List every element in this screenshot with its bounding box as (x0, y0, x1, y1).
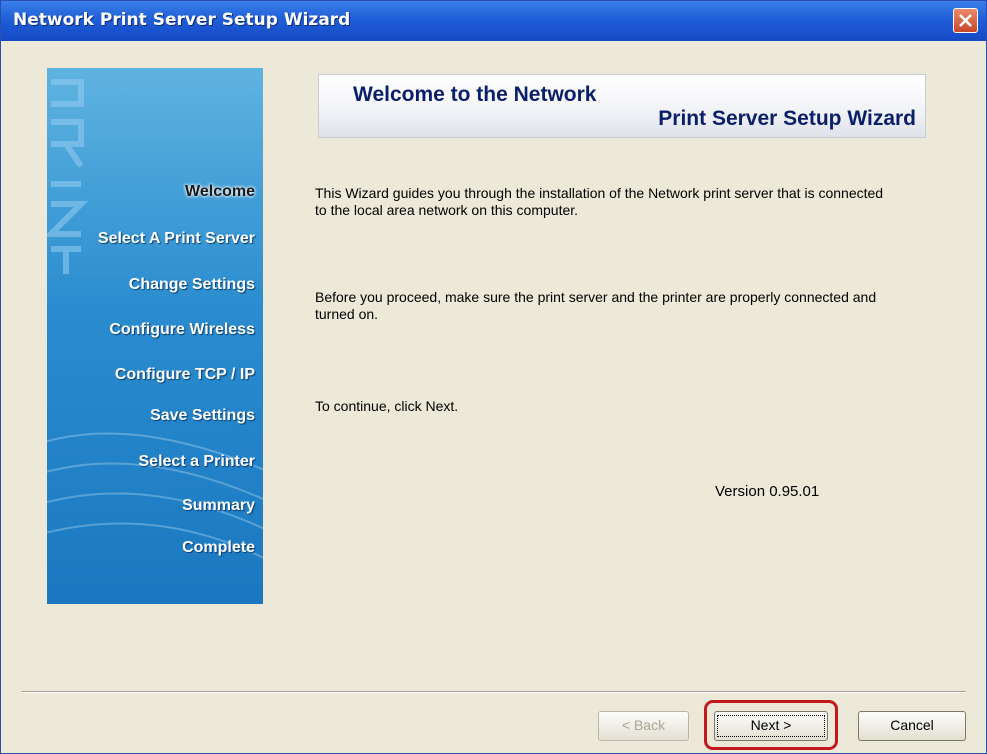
wizard-content: Welcome Select A Print Server Change Set… (1, 41, 986, 753)
step-welcome: Welcome (185, 183, 255, 200)
close-icon (959, 14, 972, 27)
footer-separator (21, 691, 966, 693)
step-complete: Complete (182, 539, 255, 556)
back-button-label: < Back (621, 717, 666, 733)
step-configure-tcp-ip: Configure TCP / IP (114, 366, 255, 383)
cancel-button-label: Cancel (890, 717, 934, 733)
step-select-printer: Select a Printer (138, 453, 256, 470)
step-save-settings: Save Settings (150, 407, 255, 424)
back-button[interactable]: < Back (598, 711, 689, 741)
header-title-line2: Print Server Setup Wizard (658, 107, 916, 130)
step-configure-wireless: Configure Wireless (109, 321, 255, 338)
cancel-button[interactable]: Cancel (858, 711, 966, 741)
header-title-line1: Welcome to the Network (353, 83, 597, 106)
continue-text: To continue, click Next. (315, 398, 459, 414)
print-watermark-icon (47, 79, 89, 274)
step-summary: Summary (182, 497, 255, 514)
wizard-window: Network Print Server Setup Wizard Welcom… (0, 0, 987, 754)
next-highlight-annotation (704, 700, 838, 750)
window-title: Network Print Server Setup Wizard (13, 10, 351, 30)
intro-text: This Wizard guides you through the insta… (315, 185, 884, 218)
step-select-print-server: Select A Print Server (97, 230, 255, 247)
title-bar[interactable]: Network Print Server Setup Wizard (1, 1, 986, 41)
before-you-proceed-text: Before you proceed, make sure the print … (315, 289, 877, 322)
step-change-settings: Change Settings (128, 276, 255, 293)
wizard-header: Welcome to the Network Print Server Setu… (318, 74, 926, 138)
version-label: Version 0.95.01 (715, 483, 820, 500)
steps-sidebar: Welcome Select A Print Server Change Set… (47, 68, 263, 604)
close-button[interactable] (953, 8, 978, 33)
